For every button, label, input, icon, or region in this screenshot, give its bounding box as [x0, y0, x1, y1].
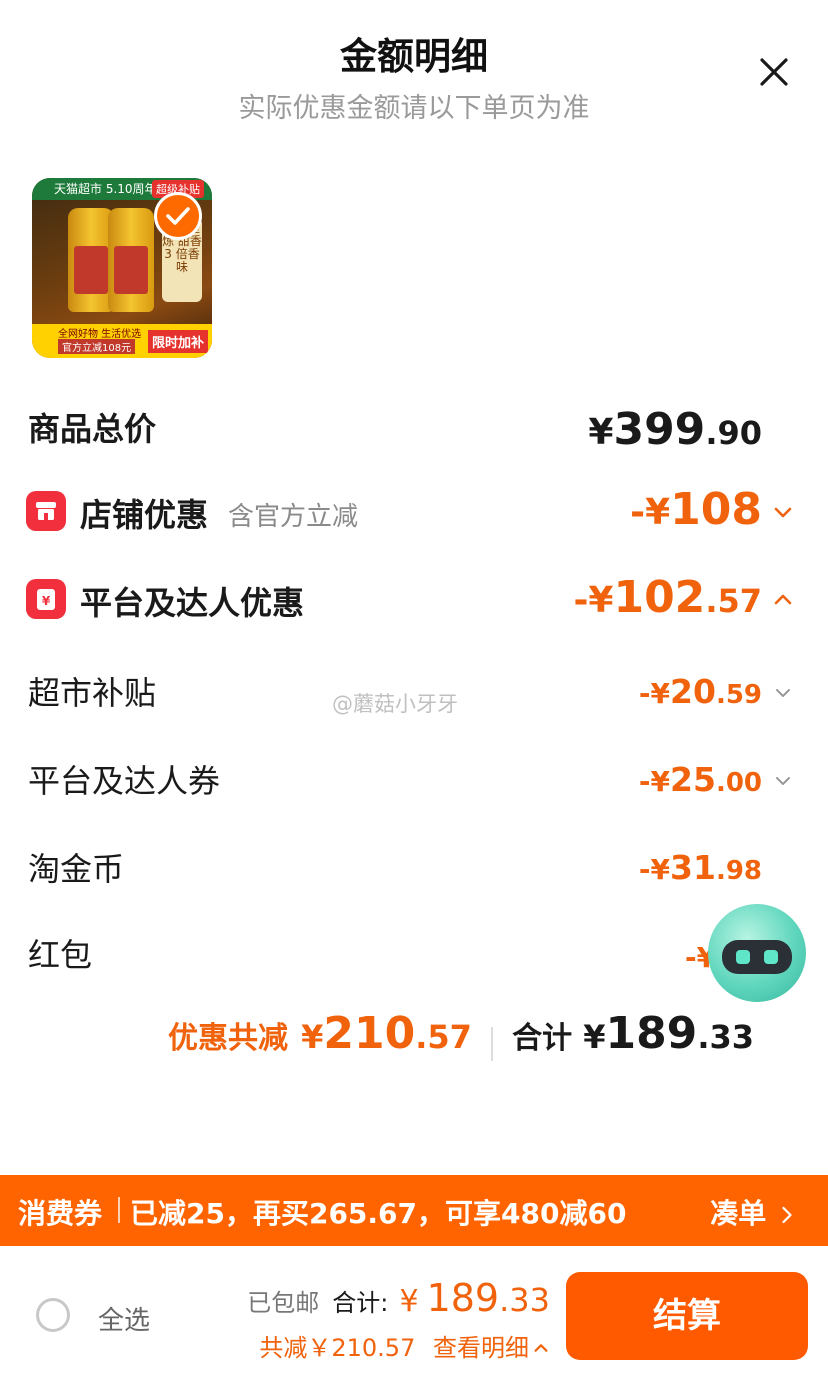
grand-total-int: 189: [605, 1008, 698, 1059]
discount-summary: 优惠共减 ¥210.57 合计 ¥189.33: [168, 1008, 754, 1061]
platform-discount-label: 平台及达人优惠: [80, 584, 305, 622]
taojin-coin-value: -¥31.98: [638, 848, 762, 887]
robot-assistant-icon: [722, 940, 792, 974]
selected-checkmark[interactable]: [154, 192, 202, 240]
checkout-button[interactable]: 结算: [566, 1272, 808, 1360]
product-image-promo: 全网好物 生活优选 官方立减108元 限时加补: [32, 324, 212, 358]
coupon-text: 已减25，再买265.67，可享480减60: [130, 1197, 627, 1230]
checkmark-icon: [166, 207, 190, 225]
total-discount-label: 优惠共减: [168, 1021, 288, 1056]
free-shipping-text: 已包邮: [247, 1289, 320, 1317]
shop-discount-label: 店铺优惠: [80, 496, 209, 534]
grand-total-yen: ¥: [583, 1018, 606, 1056]
coupon-separator: [118, 1197, 120, 1223]
grand-total-label: 合计: [512, 1021, 573, 1056]
shop-icon: [26, 491, 66, 531]
coupon-label: 消费券: [18, 1197, 103, 1230]
red-packet-label: 红包: [28, 936, 93, 974]
select-all-radio[interactable]: [36, 1298, 70, 1332]
supermarket-subsidy-label: 超市补贴: [28, 674, 157, 712]
page-title: 金额明细: [340, 35, 488, 78]
total-discount-dec: .57: [415, 1018, 472, 1056]
platform-coupon-value[interactable]: -¥25.00: [639, 760, 762, 799]
chevron-down-icon[interactable]: [772, 682, 794, 704]
shop-discount-value[interactable]: -¥108: [630, 484, 762, 535]
chevron-right-icon: [782, 1206, 792, 1224]
platform-discount-value[interactable]: -¥102.57: [573, 572, 762, 623]
bottom-total-dec: .33: [499, 1281, 550, 1319]
chevron-down-icon[interactable]: [772, 770, 794, 792]
bottom-total-int: 189: [426, 1276, 500, 1320]
close-icon[interactable]: [754, 52, 794, 92]
grand-total-dec: .33: [697, 1018, 754, 1056]
add-items-link[interactable]: 凑单: [710, 1192, 794, 1232]
bottom-total-label: 合计:: [332, 1289, 389, 1317]
chevron-down-icon[interactable]: [772, 501, 794, 523]
bottom-total-yen: ¥: [399, 1284, 419, 1319]
product-image: 天猫超市 5.10周年庆 超级补贴 匠心提炼 甜香3 倍香味 全网好物 生活优选…: [32, 178, 212, 358]
bottom-saved-line: 共减￥210.57 查看明细: [259, 1328, 550, 1363]
total-discount-int: 210: [323, 1008, 416, 1059]
chevron-up-icon: [534, 1344, 548, 1352]
assistant-bot-button[interactable]: [708, 904, 806, 1002]
supermarket-subsidy-value[interactable]: -¥20.59: [639, 672, 762, 711]
total-price-value: ¥399.90: [588, 404, 762, 455]
shop-discount-note: 含官方立减: [228, 502, 359, 532]
total-price-label: 商品总价: [28, 410, 157, 448]
svg-text:¥: ¥: [42, 594, 51, 608]
summary-divider: [491, 1026, 493, 1061]
watermark: @蘑菇小牙牙: [332, 692, 458, 716]
select-all-label[interactable]: 全选: [98, 1300, 150, 1337]
red-packet-icon: ¥: [26, 579, 66, 619]
platform-coupon-label: 平台及达人券: [28, 762, 221, 800]
total-discount-yen: ¥: [301, 1018, 324, 1056]
taojin-coin-label: 淘金币: [28, 850, 125, 888]
coupon-bar: 消费券 已减25，再买265.67，可享480减60 凑单: [0, 1175, 828, 1246]
page-subtitle: 实际优惠金额请以下单页为准: [238, 93, 590, 124]
chevron-up-icon[interactable]: [772, 589, 794, 611]
checkout-bar: 全选 已包邮 合计: ¥189.33 共减￥210.57 查看明细 结算: [0, 1246, 828, 1399]
saved-amount: 共减￥210.57: [259, 1334, 416, 1362]
bottom-total: 已包邮 合计: ¥189.33: [247, 1276, 550, 1320]
view-details-link[interactable]: 查看明细: [433, 1334, 550, 1362]
oil-bottle: [108, 208, 154, 312]
